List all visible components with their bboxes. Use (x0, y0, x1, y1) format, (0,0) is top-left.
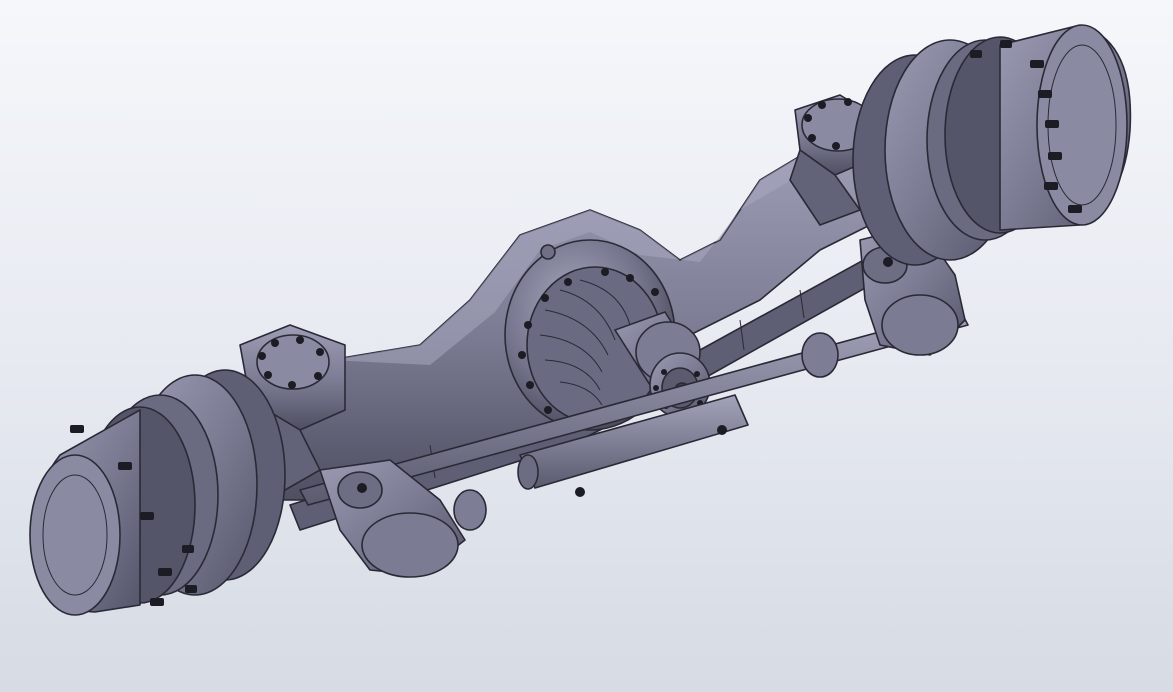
axle-assembly-model[interactable] (0, 0, 1173, 692)
3d-viewport[interactable] (0, 0, 1173, 692)
right-hub[interactable] (852, 24, 1132, 266)
left-hub[interactable] (29, 369, 286, 616)
